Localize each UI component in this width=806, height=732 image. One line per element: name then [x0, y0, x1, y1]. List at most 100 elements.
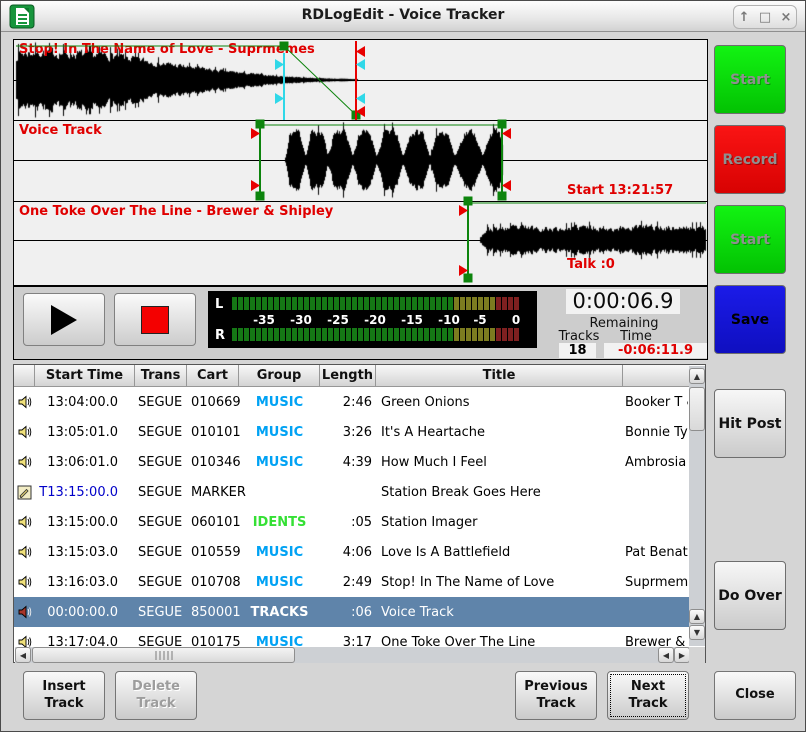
scroll-left-button[interactable]: ◀ — [15, 647, 31, 663]
log-rows: 13:04:00.0 SEGUE 010669 MUSIC 2:46 Green… — [14, 387, 690, 647]
row-cart: 010708 — [187, 575, 239, 590]
marker-note-icon — [17, 485, 32, 500]
speaker-icon — [17, 394, 33, 410]
row-start-time: 13:15:03.0 — [35, 545, 135, 560]
stop-button[interactable] — [114, 293, 196, 346]
track2-end-handle-icon[interactable] — [498, 120, 507, 129]
log-table: Start Time Trans Cart Group Length Title… — [13, 364, 706, 663]
row-title: Station Imager — [376, 515, 623, 530]
track2-start-marker-icon[interactable] — [251, 180, 260, 191]
log-row[interactable]: 13:06:01.0 SEGUE 010346 MUSIC 4:39 How M… — [14, 447, 690, 477]
track1-segue-end-marker-icon[interactable] — [356, 93, 365, 104]
log-row[interactable]: 00:00:00.0 SEGUE 850001 TRACKS :06 Voice… — [14, 597, 690, 627]
column-header-trans[interactable]: Trans — [135, 365, 187, 387]
thumb-grip — [155, 651, 173, 660]
track2-end-handle-icon[interactable] — [498, 192, 507, 201]
play-button[interactable] — [23, 293, 105, 346]
row-group: MUSIC — [239, 455, 320, 470]
row-icon — [14, 485, 35, 500]
next-track-button[interactable]: Next Track — [607, 671, 689, 720]
column-header-length[interactable]: Length — [320, 365, 376, 387]
row-trans: SEGUE — [135, 515, 187, 530]
row-group: MUSIC — [239, 425, 320, 440]
scroll-up-button[interactable]: ▲ — [689, 368, 705, 384]
horizontal-scroll-thumb[interactable] — [32, 647, 295, 663]
row-title: Station Break Goes Here — [376, 485, 623, 500]
titlebar[interactable]: RDLogEdit - Voice Tracker ↑ □ × — [1, 1, 805, 32]
previous-track-button[interactable]: Previous Track — [515, 671, 597, 720]
track3-start-handle-icon[interactable] — [464, 274, 473, 283]
log-row[interactable]: 13:04:00.0 SEGUE 010669 MUSIC 2:46 Green… — [14, 387, 690, 417]
record-button[interactable]: Record — [714, 125, 786, 194]
stop-icon — [141, 306, 169, 334]
do-over-button[interactable]: Do Over — [714, 561, 786, 630]
column-header-icon[interactable] — [14, 365, 35, 387]
track2-start-handle-icon[interactable] — [256, 120, 265, 129]
track1-segue-start-marker-icon[interactable] — [275, 93, 284, 104]
vertical-scrollbar[interactable]: ▲ ▲ ▼ — [689, 366, 705, 646]
track1-fade-handle-icon[interactable] — [280, 42, 289, 51]
track1-segue-end-marker-icon[interactable] — [356, 59, 365, 70]
log-row[interactable]: 13:05:01.0 SEGUE 010101 MUSIC 3:26 It's … — [14, 417, 690, 447]
log-row[interactable]: 13:17:04.0 SEGUE 010175 MUSIC 3:17 One T… — [14, 627, 690, 647]
row-artist: Suprmemes — [623, 575, 688, 590]
row-title: One Toke Over The Line — [376, 635, 623, 648]
row-title: Stop! In The Name of Love — [376, 575, 623, 590]
speaker-icon — [17, 574, 33, 590]
track1-end-marker-icon[interactable] — [356, 46, 365, 57]
delete-track-button[interactable]: Delete Track — [115, 671, 197, 720]
log-row[interactable]: 13:15:03.0 SEGUE 010559 MUSIC 4:06 Love … — [14, 537, 690, 567]
row-title: Voice Track — [376, 605, 623, 620]
close-window-icon[interactable]: × — [780, 11, 791, 24]
meter-left-label: L — [215, 297, 223, 312]
column-header-start-time[interactable]: Start Time — [35, 365, 135, 387]
row-title: Love Is A Battlefield — [376, 545, 623, 560]
scrollbar-corner — [689, 647, 705, 663]
log-row[interactable]: 13:16:03.0 SEGUE 010708 MUSIC 2:49 Stop!… — [14, 567, 690, 597]
scroll-up-button-bottom[interactable]: ▲ — [689, 609, 705, 624]
vertical-scroll-thumb[interactable] — [689, 387, 705, 431]
track1-fade-down-line[interactable] — [284, 46, 356, 115]
row-length: 3:17 — [320, 635, 376, 648]
maximize-window-icon[interactable]: □ — [759, 11, 771, 24]
row-artist: Pat Benatar — [623, 545, 688, 560]
insert-track-button[interactable]: Insert Track — [23, 671, 105, 720]
horizontal-scrollbar[interactable]: ◀ ◀ ▶ — [15, 647, 690, 663]
scroll-down-button[interactable]: ▼ — [689, 625, 705, 640]
row-length: 4:39 — [320, 455, 376, 470]
row-length: 2:49 — [320, 575, 376, 590]
hit-post-button[interactable]: Hit Post — [714, 389, 786, 458]
column-header-artist[interactable] — [623, 365, 690, 387]
hit-post-label: Hit Post — [719, 416, 782, 432]
column-header-cart[interactable]: Cart — [187, 365, 239, 387]
row-trans: SEGUE — [135, 575, 187, 590]
column-header-title[interactable]: Title — [376, 365, 623, 387]
row-start-time: 13:16:03.0 — [35, 575, 135, 590]
shade-window-icon[interactable]: ↑ — [739, 11, 750, 24]
column-header-group[interactable]: Group — [239, 365, 320, 387]
row-start-time: 00:00:00.0 — [35, 605, 135, 620]
save-button[interactable]: Save — [714, 285, 786, 354]
start-track1-button[interactable]: Start — [714, 45, 786, 114]
track2-start-handle-icon[interactable] — [256, 192, 265, 201]
row-start-time: 13:04:00.0 — [35, 395, 135, 410]
row-cart: 060101 — [187, 515, 239, 530]
track2-end-marker-icon[interactable] — [502, 180, 511, 191]
scroll-left-button-right[interactable]: ◀ — [658, 647, 674, 663]
track2-end-marker-icon[interactable] — [502, 128, 511, 139]
play-icon — [51, 305, 77, 335]
start-track3-button[interactable]: Start — [714, 205, 786, 274]
row-group: TRACKS — [239, 605, 320, 620]
row-artist: Brewer & S — [623, 635, 688, 648]
close-button[interactable]: Close — [714, 671, 796, 720]
track3-start-marker-icon[interactable] — [459, 205, 468, 216]
row-length: 2:46 — [320, 395, 376, 410]
meter-bar-left — [232, 297, 519, 310]
scroll-right-button[interactable]: ▶ — [674, 647, 690, 663]
waveform-panel[interactable]: Stop! In The Name of Love - Suprmemes Vo… — [13, 39, 708, 286]
log-row[interactable]: 13:15:00.0 SEGUE 060101 IDENTS :05 Stati… — [14, 507, 690, 537]
log-row[interactable]: T13:15:00.0 SEGUE MARKER Station Break G… — [14, 477, 690, 507]
track1-segue-start-marker-icon[interactable] — [275, 59, 284, 70]
track2-start-marker-icon[interactable] — [251, 128, 260, 139]
remaining-time-label: Time — [606, 329, 666, 344]
